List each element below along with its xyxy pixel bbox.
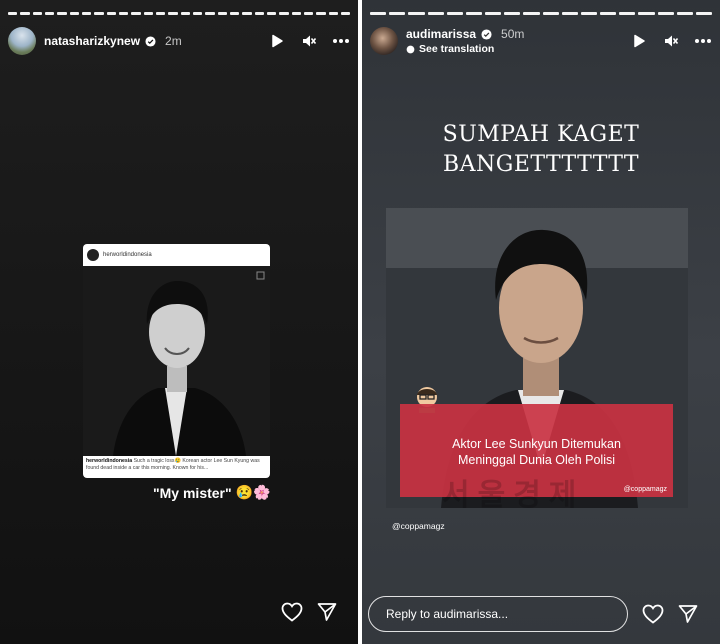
mute-icon[interactable] [300, 32, 318, 50]
banner-watermark: @coppamagz [623, 486, 667, 493]
story-panel-right[interactable]: audimarissa 50m See translation SUMPAH K… [362, 0, 720, 644]
story-progress-bar [8, 12, 351, 15]
mute-icon[interactable] [662, 32, 680, 50]
post-photo [83, 266, 270, 456]
translate-icon [406, 45, 415, 53]
more-icon[interactable] [332, 32, 350, 50]
see-translation-link[interactable]: See translation [406, 43, 524, 55]
avatar[interactable] [370, 27, 398, 55]
post-account: herworldindonesia [103, 251, 152, 258]
send-icon[interactable] [316, 601, 338, 623]
post-time: 2m [165, 34, 182, 48]
play-icon[interactable] [630, 32, 648, 50]
username[interactable]: audimarissa [406, 27, 476, 41]
post-caption: herworldindonesia Such a tragic loss😢 Ko… [86, 458, 260, 471]
post-time: 50m [501, 27, 525, 41]
korean-watermark: 서울경제 [442, 479, 585, 512]
shared-post-card[interactable]: herworldindonesia herworldindonesia Such… [83, 244, 270, 478]
story-header: natasharizkynew 2m [8, 26, 350, 56]
mention-tag[interactable]: @coppamagz [392, 521, 445, 531]
emoji-sticker: 😢🌸 [235, 484, 271, 500]
heart-icon[interactable] [642, 603, 664, 625]
reply-input[interactable]: Reply to audimarissa... [368, 596, 628, 632]
play-icon[interactable] [268, 32, 286, 50]
verified-icon [481, 28, 492, 40]
story-sticker-text: "My mister" 😢🌸 [153, 484, 271, 501]
username[interactable]: natasharizkynew [44, 34, 140, 48]
send-icon[interactable] [677, 603, 699, 625]
post-avatar [87, 248, 99, 261]
story-headline: SUMPAH KAGET BANGETTTTTTT [442, 122, 640, 177]
story-panel-left[interactable]: natasharizkynew 2m herworldindonesia her… [0, 0, 358, 644]
news-headline: Aktor Lee Sunkyun Ditemukan Meninggal Du… [452, 437, 621, 467]
avatar[interactable] [8, 27, 36, 55]
verified-icon [145, 35, 156, 47]
story-header: audimarissa 50m See translation [370, 26, 712, 56]
more-icon[interactable] [694, 32, 712, 50]
story-progress-bar [370, 12, 713, 15]
heart-icon[interactable] [281, 601, 303, 623]
